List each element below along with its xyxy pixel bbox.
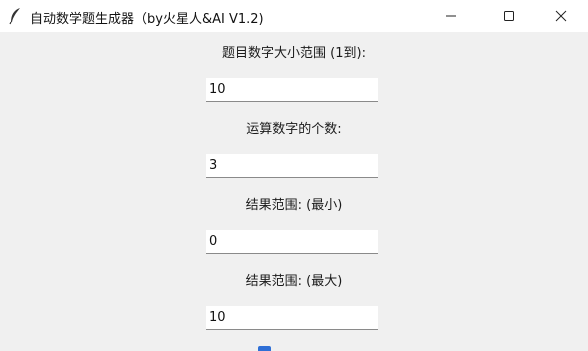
result-max-input[interactable] — [206, 306, 378, 330]
result-max-label: 结果范围: (最大) — [245, 274, 343, 289]
checkbox[interactable] — [258, 346, 271, 351]
result-min-label: 结果范围: (最小) — [245, 198, 343, 213]
number-range-input[interactable] — [206, 78, 378, 102]
operand-count-input[interactable] — [206, 154, 378, 178]
app-window: 自动数学题生成器（by火星人&AI V1.2) 题目数字大小范围 (1到): 运… — [0, 0, 588, 351]
maximize-button[interactable] — [486, 0, 532, 32]
minimize-icon — [445, 7, 457, 26]
close-button[interactable] — [538, 0, 584, 32]
number-range-label: 题目数字大小范围 (1到): — [222, 46, 366, 61]
window-title: 自动数学题生成器（by火星人&AI V1.2) — [30, 12, 264, 27]
maximize-icon — [503, 7, 515, 26]
operand-count-label: 运算数字的个数: — [246, 122, 342, 137]
title-bar[interactable]: 自动数学题生成器（by火星人&AI V1.2) — [0, 0, 588, 32]
close-icon — [555, 7, 567, 26]
form-area: 题目数字大小范围 (1到): 运算数字的个数: 结果范围: (最小) 结果范围:… — [0, 32, 588, 351]
minimize-button[interactable] — [428, 0, 474, 32]
result-min-input[interactable] — [206, 230, 378, 254]
feather-icon — [8, 7, 22, 25]
